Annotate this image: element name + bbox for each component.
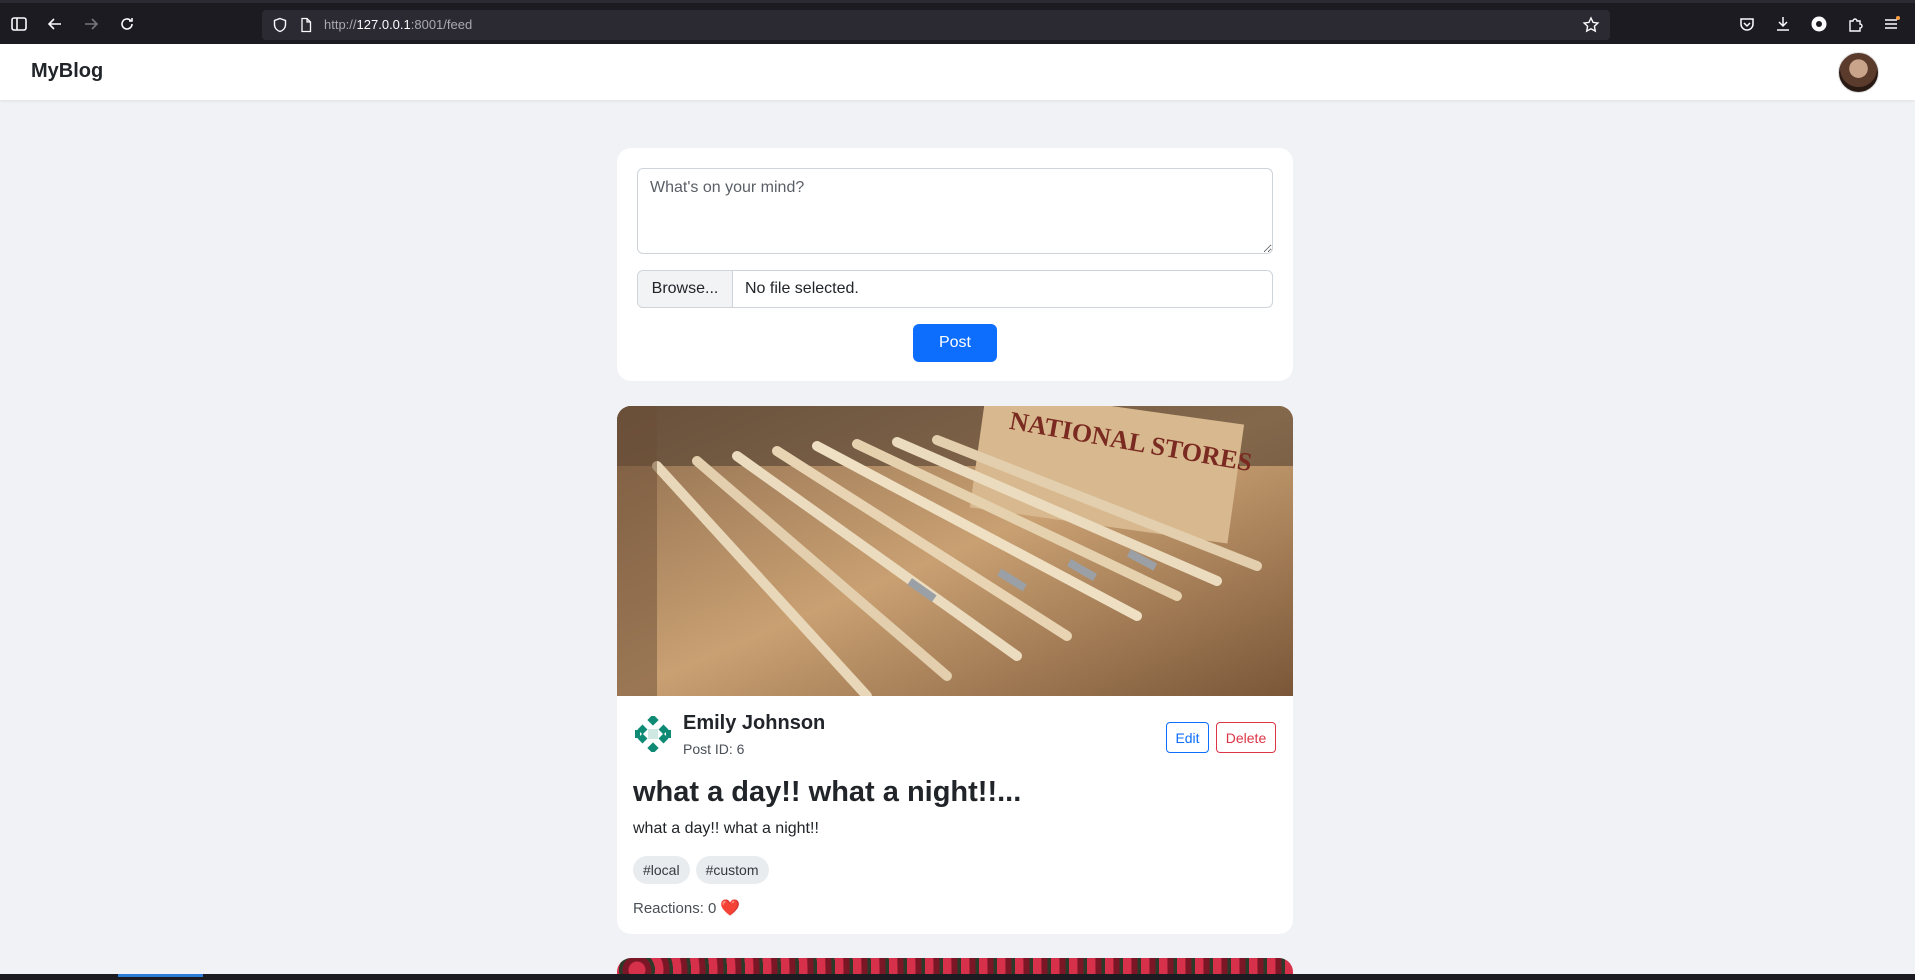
extensions-icon[interactable]	[1844, 13, 1866, 35]
pocket-icon[interactable]	[1736, 13, 1758, 35]
reload-icon[interactable]	[116, 13, 138, 35]
back-arrow-icon[interactable]	[44, 13, 66, 35]
post-content-textarea[interactable]	[637, 168, 1273, 254]
browser-toolbar: http://127.0.0.1:8001/feed	[0, 0, 1915, 44]
url-text[interactable]: http://127.0.0.1:8001/feed	[324, 17, 472, 32]
bottom-strip	[0, 974, 1915, 980]
tag-custom[interactable]: #custom	[695, 856, 769, 884]
edit-button[interactable]: Edit	[1166, 722, 1209, 753]
shield-icon[interactable]	[272, 17, 288, 33]
browse-button[interactable]: Browse...	[638, 271, 733, 307]
user-avatar[interactable]	[1838, 52, 1879, 93]
active-indicator	[118, 974, 203, 977]
author-name[interactable]: Emily Johnson	[683, 712, 825, 735]
account-icon[interactable]	[1808, 13, 1830, 35]
download-icon[interactable]	[1772, 13, 1794, 35]
page-icon[interactable]	[298, 17, 314, 33]
post-composer: Browse... No file selected. Post	[617, 148, 1293, 381]
url-host: 127.0.0.1	[356, 17, 411, 32]
author-identicon-icon	[635, 716, 671, 752]
address-bar[interactable]: http://127.0.0.1:8001/feed	[262, 10, 1610, 40]
post-image: NATIONAL STORES	[617, 406, 1293, 696]
file-status-text: No file selected.	[745, 280, 859, 297]
tag-local[interactable]: #local	[633, 856, 690, 884]
app-navbar: MyBlog	[0, 44, 1915, 100]
url-scheme: http://	[324, 17, 357, 32]
menu-icon[interactable]	[1880, 13, 1902, 35]
heart-icon[interactable]: ❤️	[720, 898, 740, 918]
post-title: what a day!! what a night!!...	[633, 776, 1022, 808]
sidebar-toggle-icon[interactable]	[8, 13, 30, 35]
brand-logo[interactable]: MyBlog	[31, 60, 103, 83]
post-id: Post ID: 6	[683, 741, 745, 757]
forward-arrow-icon[interactable]	[80, 13, 102, 35]
reactions[interactable]: Reactions: 0 ❤️	[633, 898, 740, 918]
tag-list: #local #custom	[633, 856, 769, 884]
file-input[interactable]: Browse... No file selected.	[637, 270, 1273, 308]
bookmark-star-icon[interactable]	[1582, 16, 1600, 34]
reactions-count: Reactions: 0	[633, 899, 717, 917]
post-button[interactable]: Post	[913, 324, 997, 362]
post-card: NATIONAL STORES Emily Johnson Post ID: 6…	[617, 406, 1293, 934]
delete-button[interactable]: Delete	[1216, 722, 1276, 753]
post-body: what a day!! what a night!!	[633, 820, 819, 837]
url-path: :8001/feed	[410, 17, 473, 32]
